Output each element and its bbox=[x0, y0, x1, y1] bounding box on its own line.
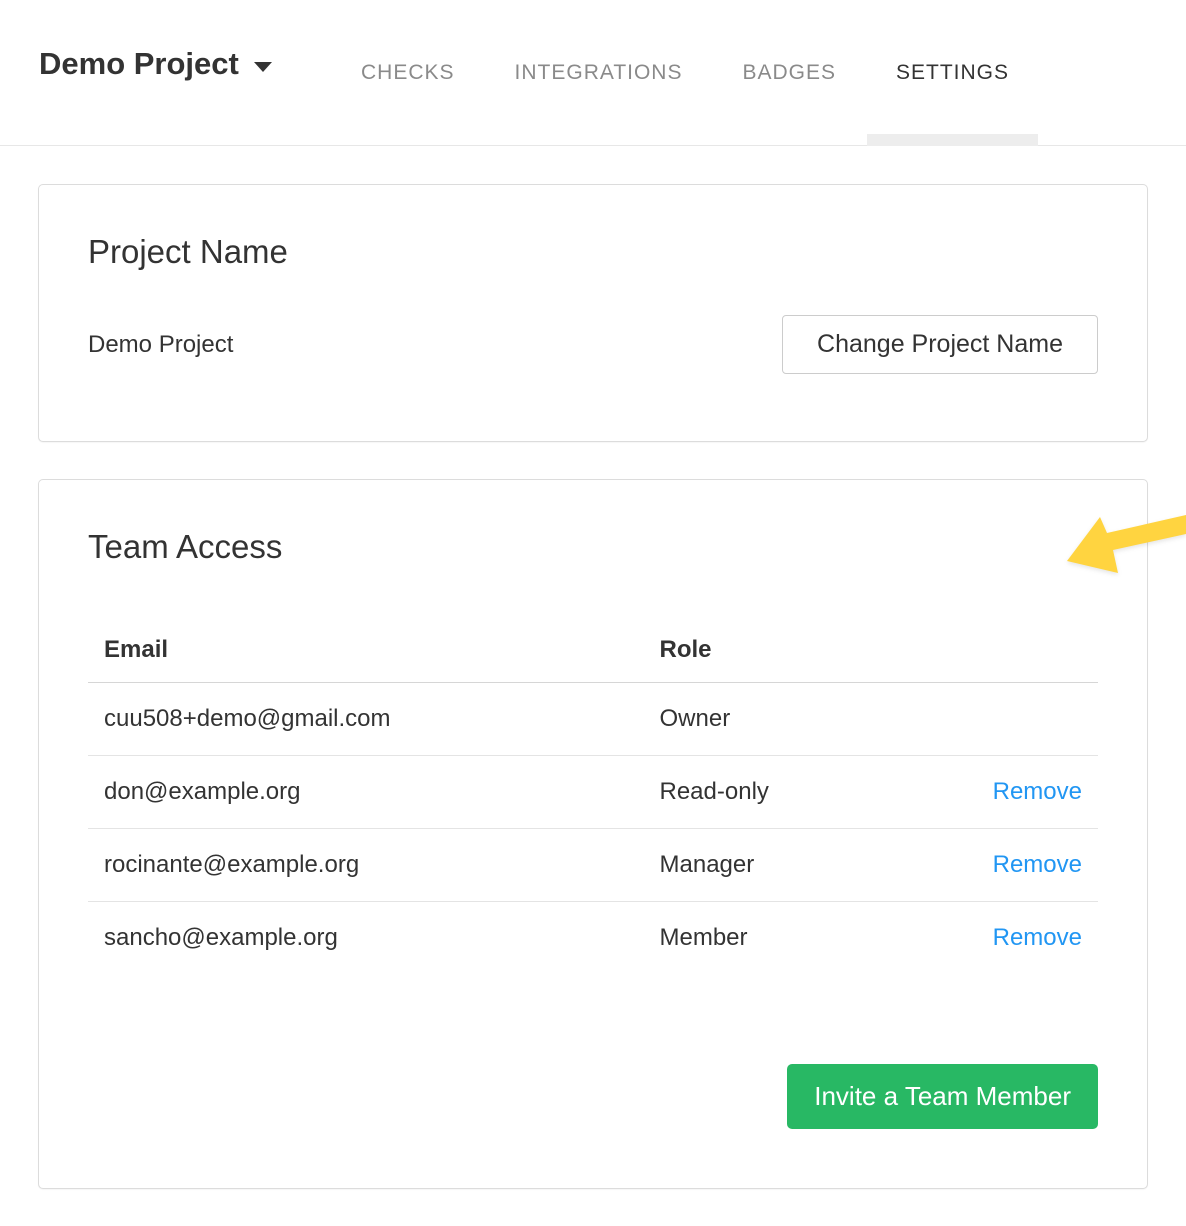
remove-member-link[interactable]: Remove bbox=[993, 924, 1082, 951]
member-action bbox=[876, 683, 1098, 756]
settings-page: Project Name Demo Project Change Project… bbox=[0, 146, 1186, 1189]
member-role: Read-only bbox=[644, 756, 876, 829]
member-email: sancho@example.org bbox=[88, 902, 644, 975]
member-email: don@example.org bbox=[88, 756, 644, 829]
team-access-card: Team Access Email Role cuu508+demo@gmail… bbox=[38, 479, 1148, 1189]
tab-settings[interactable]: SETTINGS bbox=[896, 0, 1009, 146]
column-header-email: Email bbox=[88, 622, 644, 683]
member-role: Manager bbox=[644, 829, 876, 902]
nav-tabs: CHECKS INTEGRATIONS BADGES SETTINGS bbox=[361, 0, 1009, 146]
table-header-row: Email Role bbox=[88, 622, 1098, 683]
member-action: Remove bbox=[876, 902, 1098, 975]
member-action: Remove bbox=[876, 756, 1098, 829]
column-header-role: Role bbox=[644, 622, 876, 683]
remove-member-link[interactable]: Remove bbox=[993, 778, 1082, 805]
project-name-card: Project Name Demo Project Change Project… bbox=[38, 184, 1148, 442]
table-row: cuu508+demo@gmail.com Owner bbox=[88, 683, 1098, 756]
project-switcher[interactable]: Demo Project bbox=[39, 46, 272, 82]
tab-checks[interactable]: CHECKS bbox=[361, 0, 455, 146]
member-email: rocinante@example.org bbox=[88, 829, 644, 902]
member-role: Owner bbox=[644, 683, 876, 756]
change-project-name-button[interactable]: Change Project Name bbox=[782, 315, 1098, 374]
column-header-action bbox=[876, 622, 1098, 683]
member-action: Remove bbox=[876, 829, 1098, 902]
member-email: cuu508+demo@gmail.com bbox=[88, 683, 644, 756]
table-row: rocinante@example.org Manager Remove bbox=[88, 829, 1098, 902]
tab-badges[interactable]: BADGES bbox=[742, 0, 836, 146]
top-navigation: Demo Project CHECKS INTEGRATIONS BADGES … bbox=[0, 0, 1186, 146]
remove-member-link[interactable]: Remove bbox=[993, 851, 1082, 878]
project-name-card-title: Project Name bbox=[88, 233, 1098, 271]
team-access-card-title: Team Access bbox=[88, 528, 1098, 566]
table-row: don@example.org Read-only Remove bbox=[88, 756, 1098, 829]
project-name-value: Demo Project bbox=[88, 331, 233, 359]
invite-team-member-button[interactable]: Invite a Team Member bbox=[787, 1064, 1098, 1129]
project-title: Demo Project bbox=[39, 46, 239, 82]
member-role: Member bbox=[644, 902, 876, 975]
team-members-table: Email Role cuu508+demo@gmail.com Owner d… bbox=[88, 622, 1098, 974]
table-row: sancho@example.org Member Remove bbox=[88, 902, 1098, 975]
caret-down-icon bbox=[254, 62, 272, 72]
tab-integrations[interactable]: INTEGRATIONS bbox=[515, 0, 683, 146]
